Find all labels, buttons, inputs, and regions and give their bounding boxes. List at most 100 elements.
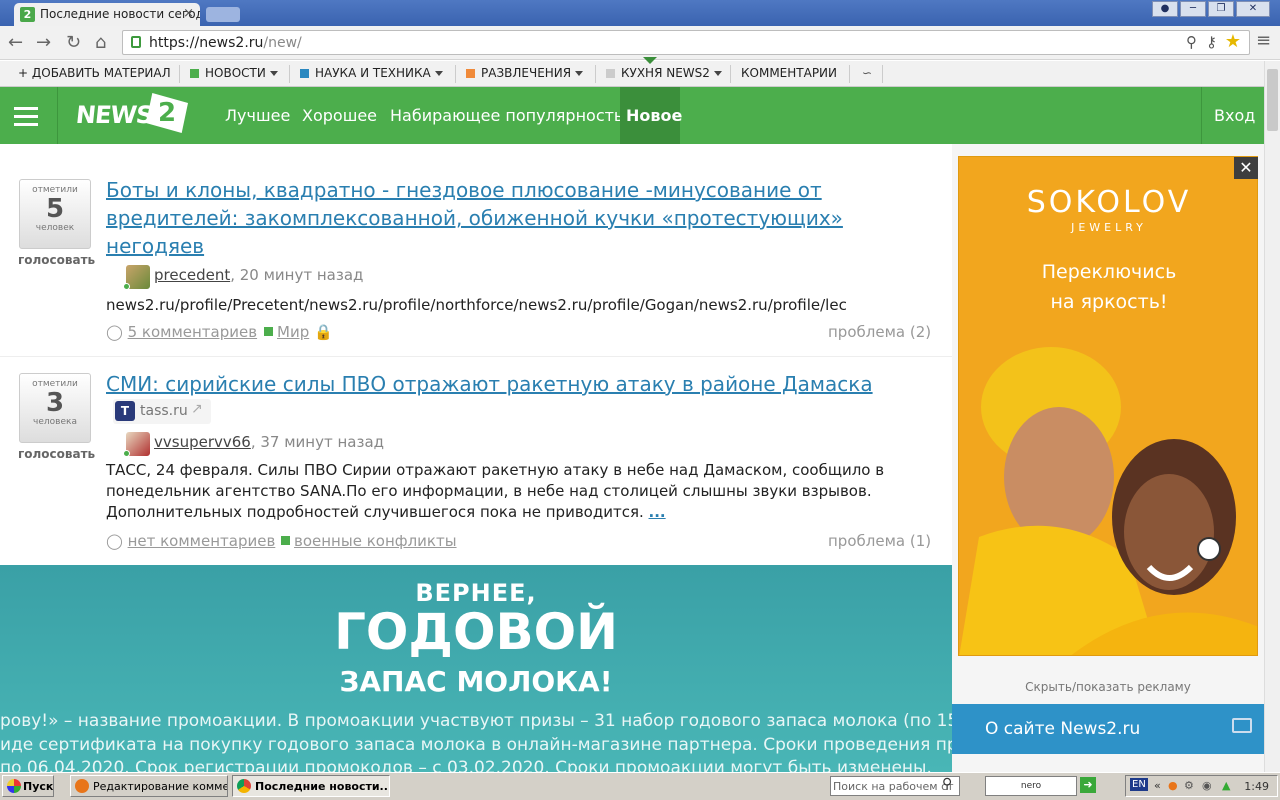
hamburger-menu-icon[interactable] [14,107,38,126]
problem-link[interactable]: проблема (2) [828,323,931,341]
taskbar-item-firefox[interactable]: Редактирование комме... [70,775,228,797]
green-square-icon [281,536,290,545]
nav-good[interactable]: Хорошее [302,106,377,125]
tab-active[interactable]: 2 Последние новости сегодня × [14,3,200,26]
os-taskbar: Пуск Редактирование комме... Последние н… [0,772,1280,800]
category-link[interactable]: Мир 🔒 [264,323,333,341]
nav-trending[interactable]: Набирающее популярность [390,106,623,125]
bookmark-divider [730,65,731,83]
news2-favicon-icon: 2 [20,7,35,22]
folder-icon [1232,718,1252,733]
problem-link[interactable]: проблема (1) [828,532,931,550]
close-ad-icon[interactable]: ✕ [1234,157,1258,179]
caret-down-icon [434,71,443,76]
nav-best[interactable]: Лучшее [225,106,290,125]
search-icon[interactable]: ⚲ [942,776,952,792]
reload-icon[interactable]: ↻ [66,32,81,53]
system-tray: EN « ● ⚙ ◉ ▲ 1:49 [1125,775,1278,797]
post-title[interactable]: Боты и клоны, квадратно - гнездовое плюс… [106,176,866,260]
vote-counter: отметили 3 человека [19,373,91,443]
bookmark-kitchen[interactable]: КУХНЯ NEWS2 [606,66,722,80]
nero-search-box[interactable]: nero [985,776,1077,796]
site-logo[interactable]: NEWS [75,101,154,129]
key-icon[interactable]: ⚷ [1206,33,1217,51]
forward-icon[interactable]: → [36,32,51,53]
zoom-icon[interactable]: ⚲ [1186,33,1197,51]
green-square-icon [190,69,199,78]
browser-toolbar: ← → ↻ ⌂ https://news2.ru/new/ ⚲ ⚷ ★ ≡ [0,26,1280,60]
tray-shield-icon[interactable]: ◉ [1202,779,1212,792]
read-more-link[interactable]: ... [649,503,666,521]
site-navigation: NEWS 2 Лучшее Хорошее Набирающее популяр… [0,87,1264,144]
comments-link[interactable]: ◯ нет комментариев [106,532,275,550]
vote-button[interactable]: голосовать [18,447,95,461]
minimize-button[interactable]: ─ [1180,1,1206,17]
taskbar-item-chrome[interactable]: Последние новости... [232,775,390,797]
source-badge[interactable]: T tass.ru ↗ [113,399,211,424]
post-author: vvsupervv66, 37 минут назад [154,433,385,451]
clock: 1:49 [1244,780,1269,793]
page-scrollbar[interactable] [1264,61,1280,772]
bookmark-star-icon[interactable]: ★ [1225,31,1241,52]
profile-icon[interactable]: ● [1152,1,1178,17]
tray-expand-icon[interactable]: « [1154,779,1161,792]
milk-promo-banner[interactable]: ВЕРНЕЕ, ГОДОВОЙ ЗАПАС МОЛОКА! рову!» – н… [0,565,952,772]
green-square-icon [264,327,273,336]
post-divider [0,356,952,357]
scrollbar-thumb[interactable] [1267,69,1278,131]
author-link[interactable]: vvsupervv66 [154,433,251,451]
post-text: ТАСС, 24 февраля. Силы ПВО Сирии отражаю… [106,461,885,521]
bookmark-divider [455,65,456,83]
online-indicator-icon [123,450,130,457]
bookmark-entertainment[interactable]: РАЗВЛЕЧЕНИЯ [466,66,584,80]
orange-square-icon [466,69,475,78]
tab-title: Последние новости сегодня [40,7,200,21]
start-button[interactable]: Пуск [2,775,54,797]
login-link[interactable]: Вход [1214,106,1255,125]
logo-mark-icon[interactable]: 2 [146,93,188,133]
source-link[interactable]: tass.ru [140,403,188,419]
address-bar[interactable]: https://news2.ru/new/ ⚲ ⚷ ★ [122,30,1250,55]
tray-app-icon[interactable]: ● [1168,779,1178,792]
bookmark-science[interactable]: НАУКА И ТЕХНИКА [300,66,443,80]
nav-divider [1201,87,1202,144]
about-site-panel[interactable]: О сайте News2.ru [952,704,1264,754]
url-text[interactable]: https://news2.ru/new/ [149,35,302,51]
category-link[interactable]: военные конфликты [281,532,457,550]
new-tab-button[interactable] [206,7,240,22]
bookmark-divider [882,65,883,83]
vote-button[interactable]: голосовать [18,253,95,267]
nav-new[interactable]: Новое [626,106,682,125]
tray-wifi-icon[interactable]: ▲ [1222,779,1230,792]
language-indicator[interactable]: EN [1130,778,1148,791]
bookmark-add-material[interactable]: + ДОБАВИТЬ МАТЕРИАЛ [18,66,171,80]
comments-link[interactable]: ◯ 5 комментариев [106,323,257,341]
toggle-ads-link[interactable]: Скрыть/показать рекламу [952,680,1264,694]
online-indicator-icon [123,283,130,290]
post-title[interactable]: СМИ: сирийские силы ПВО отражают ракетну… [106,370,873,398]
restore-button[interactable]: ❐ [1208,1,1234,17]
author-link[interactable]: precedent [154,266,230,284]
back-icon[interactable]: ← [8,32,23,53]
caret-down-icon [269,71,278,76]
tray-network-icon[interactable]: ⚙ [1184,779,1194,792]
post-text: news2.ru/profile/Precetent/news2.ru/prof… [106,296,847,314]
home-icon[interactable]: ⌂ [95,32,106,53]
sokolov-ad-banner[interactable]: SOKOLOV JEWELRY Переключись на яркость! [958,156,1258,656]
tab-close-icon[interactable]: × [183,6,194,21]
firefox-icon [75,779,89,793]
bookmark-divider [849,65,850,83]
bookmark-divider [595,65,596,83]
bookmark-divider [179,65,180,83]
desktop-search-input[interactable]: Поиск на рабочем ст [830,776,960,796]
post-author: precedent, 20 минут назад [154,266,364,284]
bookmark-news[interactable]: НОВОСТИ [190,66,278,80]
windows-logo-icon [7,779,21,793]
bookmark-comments[interactable]: КОММЕНТАРИИ [741,66,837,80]
bookmarks-bar: + ДОБАВИТЬ МАТЕРИАЛ НОВОСТИ НАУКА И ТЕХН… [0,61,1280,87]
rss-icon[interactable]: ∽ [862,66,872,80]
menu-icon[interactable]: ≡ [1256,30,1271,51]
close-window-button[interactable]: ✕ [1236,1,1270,17]
go-arrow-icon[interactable]: ➜ [1080,777,1096,793]
lock-icon: 🔒 [314,323,333,341]
